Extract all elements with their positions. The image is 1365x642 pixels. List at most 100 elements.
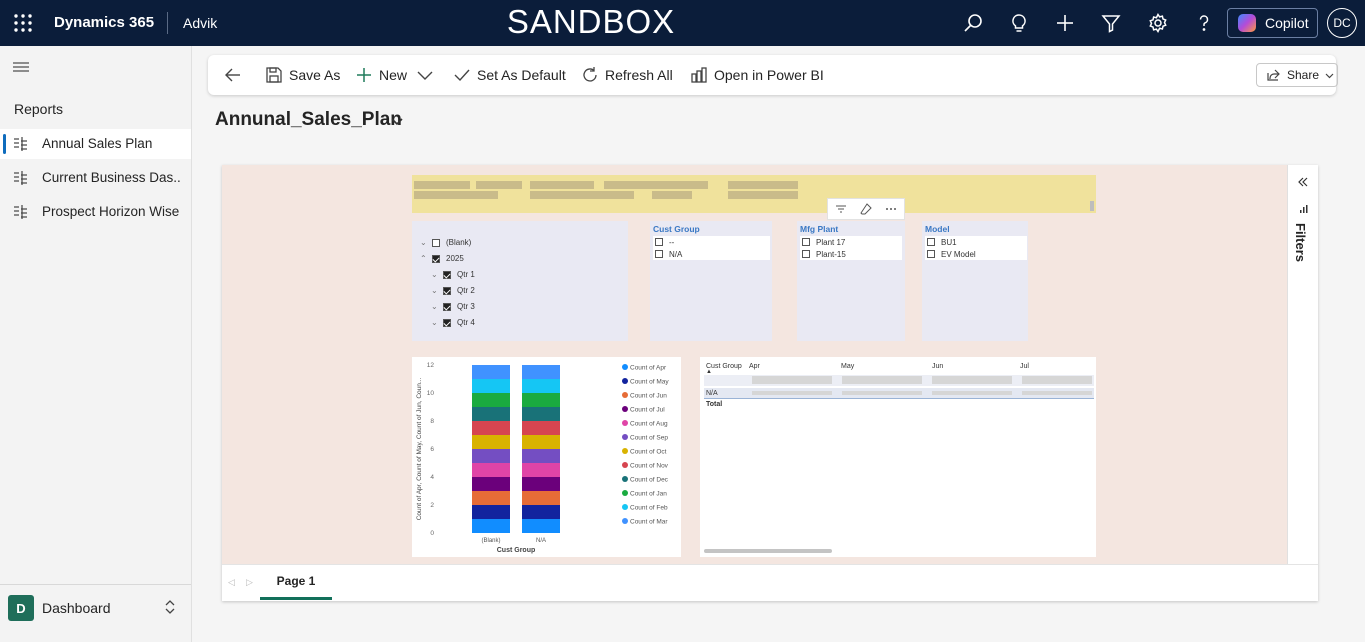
checkbox[interactable] bbox=[927, 250, 935, 258]
slicer-option[interactable]: EV Model bbox=[925, 248, 1027, 260]
checkbox[interactable] bbox=[443, 302, 451, 311]
slicer-row[interactable]: ⌄ Qtr 1 bbox=[431, 270, 475, 279]
checkbox[interactable] bbox=[443, 270, 451, 279]
checkbox[interactable] bbox=[655, 250, 663, 258]
refresh-icon bbox=[581, 66, 599, 84]
powerbi-report-frame: ⌄ (Blank) ⌃ 2025 ⌄ Qtr 1 ⌄ Qtr 2 ⌄ Qtr 3 ⌄ Qtr… bbox=[222, 165, 1318, 601]
slicer-option[interactable]: BU1 bbox=[925, 236, 1027, 248]
plus-icon[interactable] bbox=[1054, 12, 1076, 34]
refresh-all-button[interactable]: Refresh All bbox=[581, 55, 673, 95]
legend-label: Count of Jul bbox=[630, 406, 665, 413]
matrix-table[interactable]: Cust Group ▲ Apr May Jun Jul N/A Total bbox=[700, 357, 1096, 557]
area-switcher[interactable]: D Dashboard bbox=[0, 584, 191, 642]
slicer-row-label: Qtr 1 bbox=[457, 270, 475, 279]
report-icon bbox=[12, 170, 28, 186]
slicer-row[interactable]: ⌄ Qtr 4 bbox=[431, 318, 475, 327]
checkbox[interactable] bbox=[802, 250, 810, 258]
blurred-text bbox=[414, 181, 470, 189]
filter-icon[interactable] bbox=[835, 203, 847, 215]
slicer-option[interactable]: Plant 17 bbox=[800, 236, 902, 248]
sidebar-section-title: Reports bbox=[14, 101, 64, 117]
share-button[interactable]: Share bbox=[1256, 63, 1338, 87]
sidebar-item-current-business-dashboard[interactable]: Current Business Das... bbox=[0, 163, 191, 193]
slicer-option[interactable]: N/A bbox=[653, 248, 770, 260]
slicer-row[interactable]: ⌄ (Blank) bbox=[420, 238, 471, 247]
lightbulb-icon[interactable] bbox=[1008, 12, 1030, 34]
slicer-option-label: Plant-15 bbox=[816, 249, 846, 259]
legend-label: Count of Dec bbox=[630, 476, 669, 483]
column-header[interactable]: Jun bbox=[932, 363, 943, 370]
copilot-label: Copilot bbox=[1265, 15, 1309, 31]
blurred-text bbox=[652, 191, 692, 199]
slicer-row[interactable]: ⌄ Qtr 2 bbox=[431, 286, 475, 295]
visual-header-toolbar bbox=[827, 198, 905, 220]
blurred-value bbox=[752, 376, 832, 384]
area-label: Dashboard bbox=[42, 600, 111, 616]
new-dropdown-button[interactable] bbox=[416, 55, 440, 95]
slicer-options: -- N/A bbox=[653, 236, 770, 260]
bar-segment bbox=[472, 393, 510, 407]
column-header[interactable]: Jul bbox=[1020, 363, 1029, 370]
back-button[interactable] bbox=[224, 55, 248, 95]
chevron-down-icon[interactable] bbox=[390, 114, 404, 128]
filters-label[interactable]: Filters bbox=[1293, 223, 1308, 262]
filter-icon[interactable] bbox=[1100, 12, 1122, 34]
user-avatar[interactable]: DC bbox=[1327, 8, 1357, 38]
help-icon[interactable] bbox=[1193, 12, 1215, 34]
column-header[interactable]: May bbox=[841, 363, 854, 370]
checkbox[interactable] bbox=[443, 318, 451, 327]
bar-segment bbox=[522, 491, 560, 505]
slicer-option[interactable]: -- bbox=[653, 236, 770, 248]
bar-segment bbox=[472, 519, 510, 533]
settings-gear-icon[interactable] bbox=[1147, 12, 1169, 34]
legend-marker bbox=[622, 392, 628, 398]
mfg-plant-slicer: Mfg Plant Plant 17 Plant-15 bbox=[797, 221, 905, 341]
y-tick-label: 6 bbox=[430, 446, 434, 453]
blurred-text bbox=[604, 181, 708, 189]
new-button[interactable]: New bbox=[355, 55, 407, 95]
sidebar-item-prospect-horizon-wise[interactable]: Prospect Horizon Wise bbox=[0, 197, 191, 227]
scrollbar[interactable] bbox=[1090, 201, 1094, 211]
slicer-row-label: 2025 bbox=[446, 254, 464, 263]
page-tab-page-1[interactable]: Page 1 bbox=[260, 565, 332, 600]
checkbox[interactable] bbox=[432, 254, 440, 263]
next-page-icon[interactable]: ▷ bbox=[246, 577, 253, 588]
checkbox[interactable] bbox=[655, 238, 663, 246]
horizontal-scrollbar[interactable] bbox=[704, 549, 832, 553]
bar-segment bbox=[522, 379, 560, 393]
legend-marker bbox=[622, 448, 628, 454]
eraser-icon[interactable] bbox=[860, 203, 872, 215]
save-as-button[interactable]: Save As bbox=[265, 55, 340, 95]
report-icon bbox=[12, 204, 28, 220]
legend-label: Count of May bbox=[630, 378, 669, 385]
environment-name[interactable]: Advik bbox=[183, 15, 217, 31]
more-options-icon[interactable] bbox=[885, 203, 897, 215]
checkbox[interactable] bbox=[443, 286, 451, 295]
previous-page-icon[interactable]: ◁ bbox=[228, 577, 235, 588]
stacked-column-chart[interactable]: 0 2 4 6 8 10 12 Count of Apr, Count of May, Cou… bbox=[412, 357, 681, 557]
open-in-powerbi-label: Open in Power BI bbox=[714, 67, 824, 83]
slicer-row[interactable]: ⌃ 2025 bbox=[420, 254, 464, 263]
app-launcher-icon[interactable] bbox=[12, 12, 34, 34]
save-as-label: Save As bbox=[289, 67, 341, 83]
checkbox[interactable] bbox=[802, 238, 810, 246]
app-name[interactable]: Dynamics 365 bbox=[54, 14, 154, 31]
blurred-text bbox=[728, 181, 798, 189]
collapse-double-chevron-icon[interactable] bbox=[1298, 177, 1308, 187]
slicer-option[interactable]: Plant-15 bbox=[800, 248, 902, 260]
hamburger-menu-icon[interactable] bbox=[12, 60, 30, 74]
set-as-default-button[interactable]: Set As Default bbox=[453, 55, 566, 95]
open-in-powerbi-button[interactable]: Open in Power BI bbox=[690, 55, 824, 95]
slicer-row-label: Qtr 4 bbox=[457, 318, 475, 327]
copilot-button[interactable]: Copilot bbox=[1227, 8, 1318, 38]
slicer-row[interactable]: ⌄ Qtr 3 bbox=[431, 302, 475, 311]
chevron-up-down-icon[interactable] bbox=[163, 598, 177, 616]
search-icon[interactable] bbox=[962, 12, 984, 34]
checkbox[interactable] bbox=[432, 238, 440, 247]
checkbox[interactable] bbox=[927, 238, 935, 246]
column-header[interactable]: Apr bbox=[749, 363, 760, 370]
sidebar-item-annual-sales-plan[interactable]: Annual Sales Plan bbox=[0, 129, 191, 159]
bar-segment bbox=[472, 477, 510, 491]
legend-marker bbox=[622, 504, 628, 510]
legend-marker bbox=[622, 434, 628, 440]
